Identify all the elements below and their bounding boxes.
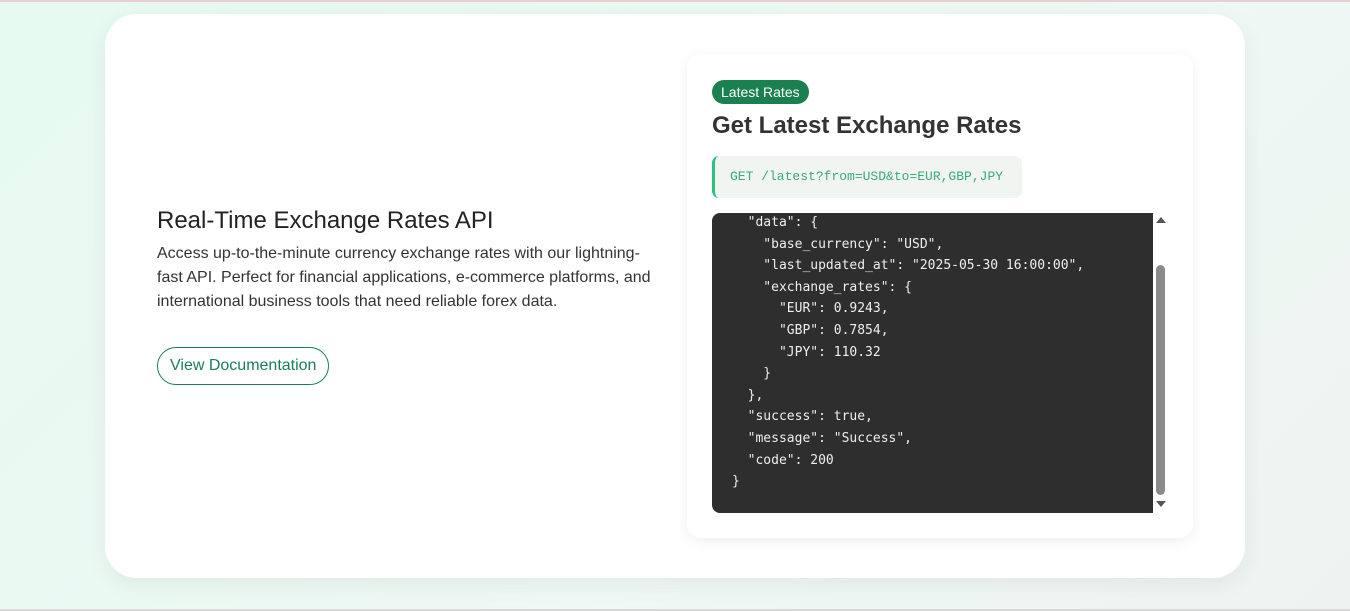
response-code-block[interactable]: "data": { "base_currency": "USD", "last_…: [712, 213, 1168, 513]
panel-title: Get Latest Exchange Rates: [712, 112, 1022, 139]
code-viewport: "data": { "base_currency": "USD", "last_…: [712, 213, 1153, 513]
view-documentation-button[interactable]: View Documentation: [157, 347, 330, 385]
hero-intro: Real-Time Exchange Rates API Access up-t…: [157, 206, 657, 385]
scroll-down-arrow-icon[interactable]: [1156, 501, 1166, 507]
hero-title: Real-Time Exchange Rates API: [157, 207, 494, 234]
api-example-panel: Latest Rates Get Latest Exchange Rates G…: [687, 54, 1193, 538]
scroll-up-arrow-icon[interactable]: [1156, 217, 1166, 223]
scroll-thumb[interactable]: [1156, 265, 1165, 495]
latest-rates-badge: Latest Rates: [712, 80, 809, 104]
hero-description: Access up-to-the-minute currency exchang…: [157, 245, 651, 310]
response-json: "data": { "base_currency": "USD", "last_…: [732, 215, 1085, 490]
window-top-border: [0, 0, 1350, 2]
hero-card: Real-Time Exchange Rates API Access up-t…: [105, 14, 1245, 578]
endpoint-request: GET /latest?from=USD&to=EUR,GBP,JPY: [712, 156, 1022, 198]
code-scrollbar[interactable]: [1153, 213, 1168, 513]
